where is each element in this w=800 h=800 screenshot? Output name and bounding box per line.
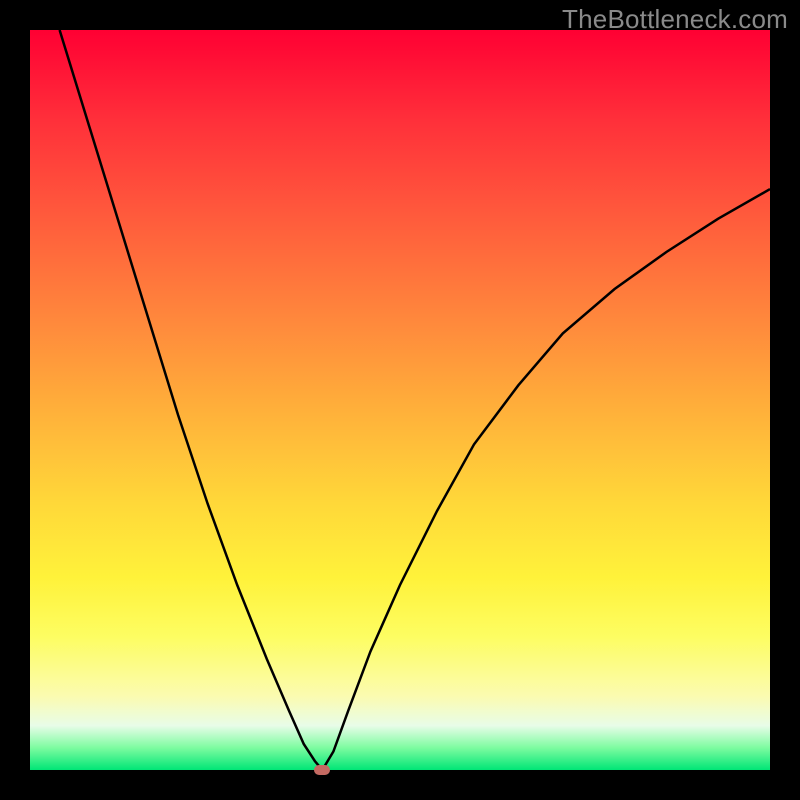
curve-path	[60, 30, 770, 770]
optimum-marker	[314, 765, 330, 775]
chart-plot-area	[30, 30, 770, 770]
watermark-text: TheBottleneck.com	[562, 4, 788, 35]
bottleneck-curve	[30, 30, 770, 770]
